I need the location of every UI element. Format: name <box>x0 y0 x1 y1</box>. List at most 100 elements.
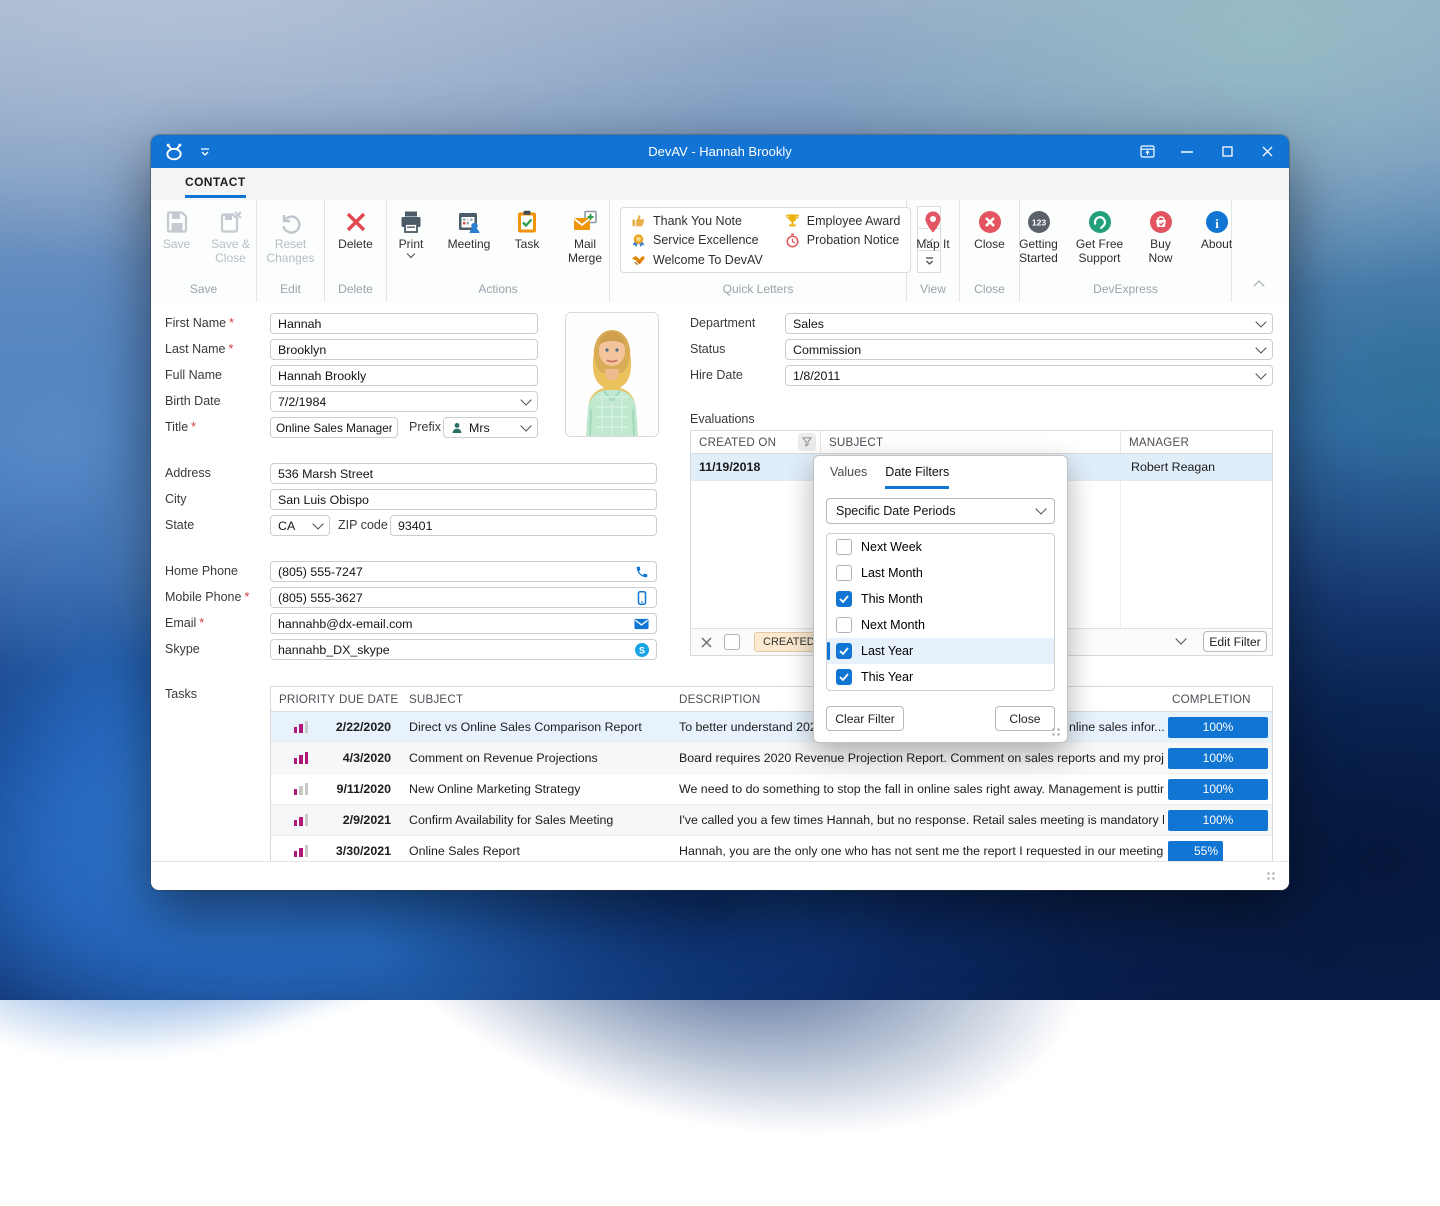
column-header-created-on[interactable]: CREATED ON <box>691 431 821 453</box>
close-record-button[interactable]: Close <box>966 207 1014 254</box>
contact-photo[interactable] <box>565 312 659 437</box>
reset-changes-button[interactable]: Reset Changes <box>262 207 318 268</box>
get-free-support-button[interactable]: Get Free Support <box>1071 207 1129 268</box>
due-date-cell: 4/3/2020 <box>331 751 401 765</box>
checkbox[interactable] <box>836 669 852 685</box>
task-row[interactable]: 2/22/2020 Direct vs Online Sales Compari… <box>271 712 1272 743</box>
description-cell: Board requires 2020 Revenue Projection R… <box>673 751 1164 765</box>
hire-date-combo[interactable]: 1/8/2011 <box>785 365 1273 386</box>
tab-date-filters[interactable]: Date Filters <box>885 465 949 489</box>
city-field[interactable]: San Luis Obispo <box>270 489 657 510</box>
checkbox[interactable] <box>836 643 852 659</box>
state-combo[interactable]: CA <box>270 515 330 536</box>
save-close-icon <box>218 209 244 235</box>
column-header-due-date[interactable]: DUE DATE <box>331 687 401 711</box>
ribbon-tab-row: CONTACT <box>151 168 1289 201</box>
home-phone-field[interactable]: (805) 555-7247 <box>270 561 657 582</box>
buy-now-button[interactable]: Buy Now <box>1133 207 1189 268</box>
full-name-label: Full Name <box>165 365 222 386</box>
task-row[interactable]: 4/3/2020 Comment on Revenue Projections … <box>271 743 1272 774</box>
print-button[interactable]: Print <box>385 207 437 259</box>
column-header-subject[interactable]: SUBJECT <box>401 687 673 711</box>
clear-filter-button[interactable]: Clear Filter <box>826 706 904 731</box>
option-last-month[interactable]: Last Month <box>827 560 1054 586</box>
option-last-year[interactable]: Last Year <box>827 638 1054 664</box>
quick-letter-thank-you-note[interactable]: Thank You Note <box>631 213 763 229</box>
status-combo[interactable]: Commission <box>785 339 1273 360</box>
tasks-header: PRIORITY DUE DATE SUBJECT DESCRIPTION CO… <box>271 687 1272 712</box>
minimize-button[interactable] <box>1167 135 1207 168</box>
popup-resize-grip[interactable] <box>1051 727 1062 738</box>
checkbox[interactable] <box>836 565 852 581</box>
phone-icon <box>635 565 649 579</box>
remove-filter-icon[interactable] <box>701 637 712 648</box>
option-this-month[interactable]: This Month <box>827 586 1054 612</box>
filter-dropdown-chevron-icon[interactable] <box>1175 633 1186 644</box>
task-row[interactable]: 9/11/2020 New Online Marketing Strategy … <box>271 774 1272 805</box>
address-field[interactable]: 536 Marsh Street <box>270 463 657 484</box>
chevron-down-icon <box>1255 368 1266 379</box>
quick-letter-employee-award[interactable]: Employee Award <box>785 213 901 229</box>
column-header-subject[interactable]: SUBJECT <box>821 431 1121 453</box>
prefix-combo[interactable]: Mrs <box>443 417 538 438</box>
date-period-mode-combo[interactable]: Specific Date Periods <box>826 498 1055 524</box>
title-field[interactable]: Online Sales Manager <box>270 417 398 438</box>
window-resize-grip[interactable] <box>1266 871 1277 882</box>
zip-code-label: ZIP code <box>338 515 388 536</box>
checkbox[interactable] <box>836 539 852 555</box>
option-next-month[interactable]: Next Month <box>827 612 1054 638</box>
zip-code-field[interactable]: 93401 <box>390 515 657 536</box>
mail-merge-button[interactable]: Mail Merge <box>559 207 611 268</box>
task-row[interactable]: 2/9/2021 Confirm Availability for Sales … <box>271 805 1272 836</box>
window-title: DevAV - Hannah Brookly <box>151 135 1289 168</box>
evaluation-manager: Robert Reagan <box>1121 460 1272 474</box>
checkbox[interactable] <box>836 617 852 633</box>
getting-started-button[interactable]: 123 Getting Started <box>1011 207 1067 268</box>
column-header-completion[interactable]: COMPLETION <box>1164 687 1272 711</box>
tab-values[interactable]: Values <box>830 465 867 489</box>
mobile-phone-icon <box>635 591 649 605</box>
close-circle-icon <box>977 209 1003 235</box>
map-it-button[interactable]: Map It <box>909 207 957 254</box>
due-date-cell: 2/9/2021 <box>331 813 401 827</box>
progress-bar: 100% <box>1168 748 1268 769</box>
app-window: DevAV - Hannah Brookly CONTACT <box>151 135 1289 890</box>
print-icon <box>398 209 424 235</box>
filter-enabled-checkbox[interactable] <box>724 634 740 650</box>
delete-button[interactable]: Delete <box>330 207 382 254</box>
group-label-close: Close <box>960 282 1019 302</box>
collapse-ribbon-chevron-icon[interactable] <box>1253 280 1264 291</box>
column-header-manager[interactable]: MANAGER <box>1121 431 1272 453</box>
quick-letter-welcome-to-devav[interactable]: Welcome To DevAV <box>631 252 763 268</box>
last-name-field[interactable]: Brooklyn <box>270 339 538 360</box>
ribbon-display-options-icon[interactable] <box>1127 135 1167 168</box>
delete-icon <box>343 209 369 235</box>
tab-contact[interactable]: CONTACT <box>185 175 246 198</box>
birth-date-field[interactable]: 7/2/1984 <box>270 391 538 412</box>
first-name-field[interactable]: Hannah <box>270 313 538 334</box>
close-popup-button[interactable]: Close <box>995 706 1055 731</box>
priority-cell <box>271 752 331 764</box>
filter-funnel-icon[interactable] <box>798 433 816 451</box>
skype-field[interactable]: hannahb_DX_skype S <box>270 639 657 660</box>
close-window-button[interactable] <box>1247 135 1287 168</box>
column-header-priority[interactable]: PRIORITY <box>271 687 331 711</box>
department-combo[interactable]: Sales <box>785 313 1273 334</box>
save-button[interactable]: Save <box>151 207 203 254</box>
quick-letter-probation-notice[interactable]: Probation Notice <box>785 233 901 249</box>
mobile-phone-field[interactable]: (805) 555-3627 <box>270 587 657 608</box>
maximize-button[interactable] <box>1207 135 1247 168</box>
full-name-field[interactable]: Hannah Brookly <box>270 365 538 386</box>
save-and-close-button[interactable]: Save & Close <box>205 207 257 268</box>
quick-letter-service-excellence[interactable]: Service Excellence <box>631 233 763 249</box>
option-next-week[interactable]: Next Week <box>827 534 1054 560</box>
option-this-year[interactable]: This Year <box>827 664 1054 690</box>
about-info-icon: i <box>1204 209 1230 235</box>
meeting-button[interactable]: Meeting <box>443 207 495 254</box>
checkbox[interactable] <box>836 591 852 607</box>
group-label-edit: Edit <box>257 282 324 302</box>
thumbs-up-icon <box>631 213 646 228</box>
email-field[interactable]: hannahb@dx-email.com <box>270 613 657 634</box>
task-button[interactable]: Task <box>501 207 553 254</box>
edit-filter-button[interactable]: Edit Filter <box>1203 631 1267 652</box>
